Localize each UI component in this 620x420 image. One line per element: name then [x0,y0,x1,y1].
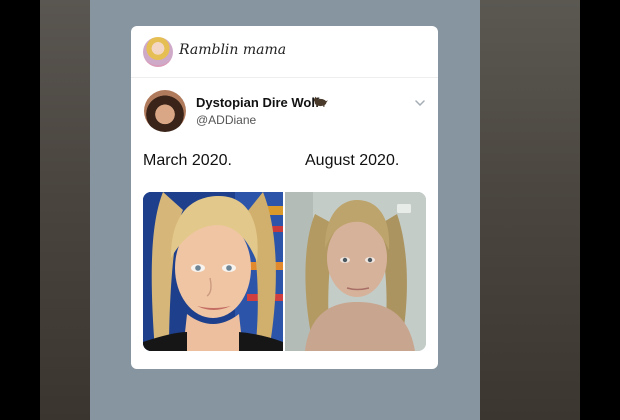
photo-after-image [285,192,426,351]
tweet-author-name[interactable]: Dystopian Dire Wolf [196,95,319,110]
photo-before-image [143,192,283,351]
page-avatar[interactable] [143,37,173,67]
wolf-emoji-icon [313,96,328,107]
header-divider [131,77,438,78]
chevron-down-icon[interactable] [415,100,425,106]
caption-after: August 2020. [305,152,400,169]
photo-after[interactable] [285,192,426,351]
caption-before: March 2020. [143,152,232,169]
tweet-author-handle[interactable]: @ADDiane [196,113,256,127]
tweet-author-avatar[interactable] [144,90,186,132]
post-card: Ramblin mama Dystopian Dire Wolf @ADDian… [131,26,438,369]
page-owner-name[interactable]: Ramblin mama [179,42,286,58]
photo-before[interactable] [143,192,283,351]
blurred-right-background [480,0,580,420]
photo-grid [143,192,426,351]
blurred-left-background [40,0,90,420]
